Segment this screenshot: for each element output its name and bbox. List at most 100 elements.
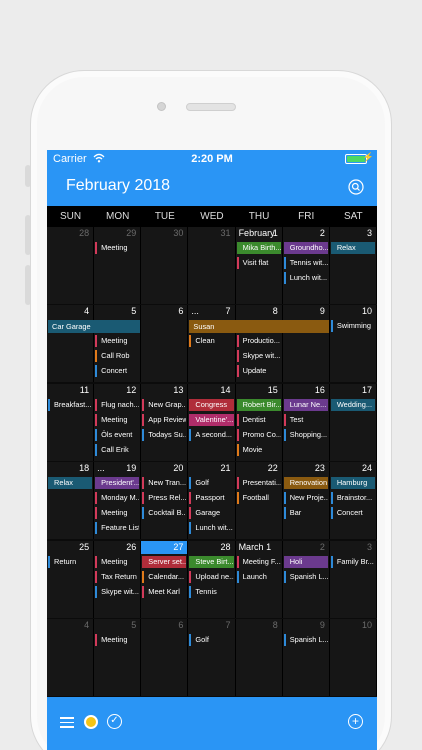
event-item[interactable]: Swimming [330,320,375,333]
day-cell[interactable]: 27 Server set... Calendar... Meet Karl [141,540,189,618]
day-cell[interactable]: 28 [47,227,95,304]
event-item[interactable]: Skype wit... [236,350,281,363]
day-cell[interactable]: 9 Spanish L... [282,619,330,696]
event-item[interactable]: Cocktail B... [142,507,186,520]
day-cell[interactable]: 30 [141,227,189,304]
event-item[interactable]: Monday M... [95,492,139,505]
day-cell[interactable]: 9 [282,305,330,383]
event-item[interactable]: Valentine'... [189,413,234,426]
event-item[interactable]: Spanish L... [283,570,328,583]
day-cell[interactable]: 2 Groundho... Tennis wit... Lunch wit... [282,227,330,304]
event-item[interactable]: New Proje... [283,492,328,505]
event-item[interactable]: Golf [189,477,233,490]
day-cell[interactable]: 5 Meeting Call Rob Concert [94,305,142,383]
event-item[interactable]: Renovation [283,477,328,490]
event-item[interactable]: Skype wit... [95,585,139,598]
multi-day-event[interactable]: Susan [189,320,329,334]
event-item[interactable]: Shopping... [283,428,328,441]
event-item[interactable]: Passport [189,492,233,505]
event-item[interactable]: Dentist [236,413,281,426]
day-cell[interactable]: 11 Breakfast... [47,383,95,461]
event-item[interactable]: Meeting F... [236,555,281,568]
event-item[interactable]: Update [236,365,281,378]
event-item[interactable]: Meeting [95,507,139,520]
event-item[interactable]: Golf [189,634,233,646]
event-item[interactable]: Feature List [95,522,139,535]
event-item[interactable]: Clean [189,335,233,348]
event-item[interactable]: Flug nach... [95,398,139,411]
event-item[interactable]: Family Br... [330,555,375,568]
day-cell[interactable]: 20 New Tran... Press Rel... Cocktail B... [141,462,189,540]
day-cell[interactable]: 6 [141,619,189,696]
event-item[interactable]: Wedding... [330,398,375,411]
day-cell[interactable]: 17 Wedding... [329,383,377,461]
day-cell[interactable]: February 1 Mika Birth... Visit flat [235,227,283,304]
event-item[interactable]: Robert Bir... [236,398,281,411]
event-item[interactable]: Calendar... [142,570,186,583]
day-cell[interactable]: 6 [141,305,189,383]
event-item[interactable]: Meeting [95,335,139,348]
plus-icon[interactable]: + [348,714,363,729]
event-item[interactable]: Promo Co... [236,428,281,441]
event-item[interactable]: Holi [283,555,328,568]
event-item[interactable]: Movie [236,443,281,456]
day-cell[interactable]: 21 Golf Passport Garage Lunch wit... [188,462,236,540]
event-item[interactable]: A second... [189,428,233,441]
event-item[interactable]: Call Erik [95,443,139,456]
event-item[interactable]: New Grap... [142,398,186,411]
event-item[interactable]: Concert [95,365,139,378]
event-item[interactable]: Breakfast... [48,398,92,411]
event-item[interactable]: Bar [283,507,328,520]
check-icon[interactable]: ✓ [107,714,122,729]
event-item[interactable]: Todays Su... [142,428,186,441]
day-cell[interactable]: 29 Meeting [94,227,142,304]
event-item[interactable]: App Review [142,413,186,426]
event-item[interactable]: Concert [330,507,375,520]
day-cell[interactable]: 3 Relax [329,227,377,304]
event-item[interactable]: Meeting [95,555,139,568]
event-item[interactable]: Relax [330,242,375,254]
event-item[interactable]: Congress [189,398,234,411]
day-cell[interactable]: 2 Holi Spanish L... [282,540,330,618]
event-item[interactable]: Server set... [142,555,187,568]
event-item[interactable]: Öls event [95,428,139,441]
event-item[interactable]: Productio... [236,335,281,348]
day-cell[interactable]: 13 New Grap... App Review Todays Su... [141,383,189,461]
event-item[interactable]: Steve Birt... [189,555,234,568]
event-item[interactable]: Hamburg [330,477,375,490]
day-cell[interactable]: 25 Return [47,540,95,618]
event-item[interactable]: Test [283,413,328,426]
event-item[interactable]: Visit flat [236,257,281,269]
event-item[interactable]: President'... [95,477,140,490]
day-cell[interactable]: 10 Swimming [329,305,377,383]
search-icon[interactable] [348,179,364,195]
event-item[interactable]: Tax Return [95,570,139,583]
day-cell[interactable]: 4 [47,619,95,696]
event-item[interactable]: Football [236,492,281,505]
event-item[interactable]: Relax [48,477,93,490]
event-item[interactable]: New Tran... [142,477,186,490]
day-cell[interactable]: 14 Congress Valentine'... A second... [188,383,236,461]
event-item[interactable]: Lunar Ne... [283,398,328,411]
day-cell[interactable]: 16 Lunar Ne... Test Shopping... [282,383,330,461]
event-item[interactable]: Upload ne... [189,570,234,583]
event-item[interactable]: Return [48,555,92,568]
event-item[interactable]: Groundho... [283,242,328,254]
day-cell[interactable]: 31 [188,227,236,304]
event-item[interactable]: Meeting [95,242,139,254]
day-cell[interactable]: 10 [329,619,377,696]
event-item[interactable]: Meet Karl [142,585,186,598]
event-item[interactable]: Spanish L... [283,634,328,646]
day-cell[interactable]: 28 Steve Birt... Upload ne... Tennis [188,540,236,618]
day-cell[interactable]: 12 Flug nach... Meeting Öls event Call Erik [94,383,142,461]
event-item[interactable]: Presentati... [236,477,281,490]
event-item[interactable]: Press Rel... [142,492,186,505]
event-item[interactable]: Launch [236,570,281,583]
day-cell[interactable]: 7 Golf [188,619,236,696]
event-item[interactable]: Call Rob [95,350,139,363]
event-item[interactable]: Lunch wit... [189,522,233,535]
day-cell[interactable]: 24 Hamburg Brainstor... Concert [329,462,377,540]
day-cell[interactable]: 8 [235,619,283,696]
day-cell[interactable]: 3 Family Br... [329,540,377,618]
event-item[interactable]: Tennis wit... [283,257,328,269]
